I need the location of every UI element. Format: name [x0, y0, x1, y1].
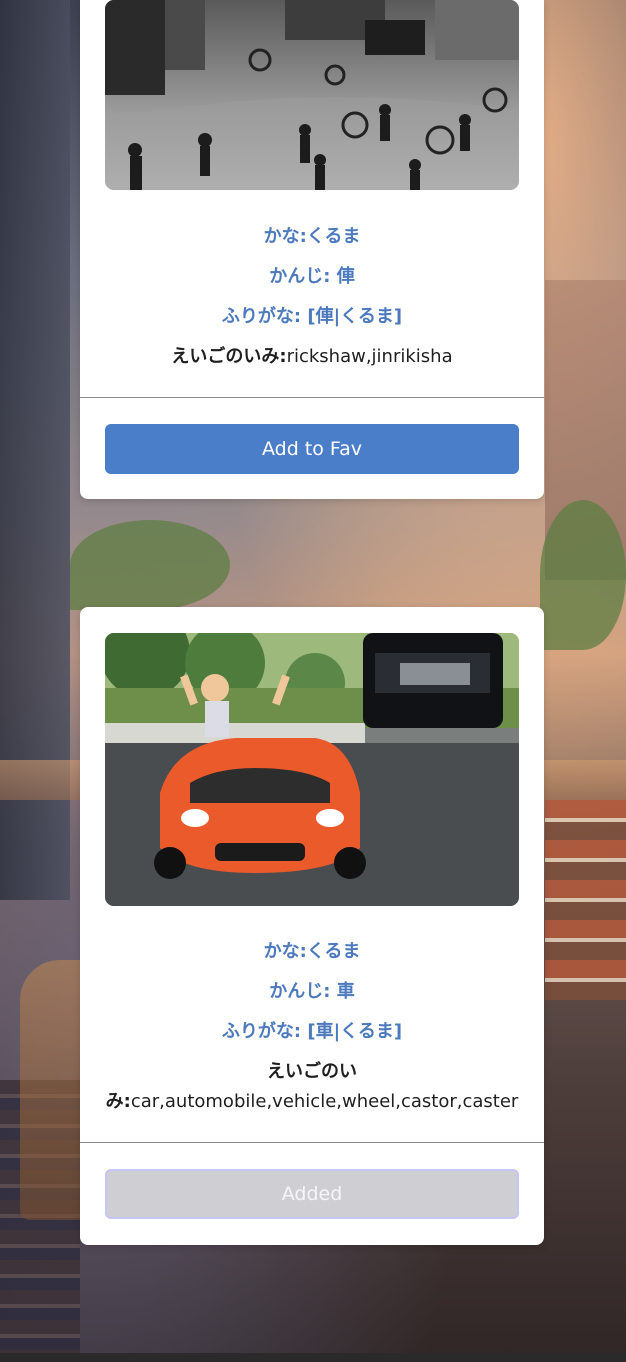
furigana-text: ふりがな: [車|くるま]: [221, 1021, 403, 1042]
kana-text: かな:くるま: [263, 941, 361, 962]
divider: [80, 1142, 544, 1143]
meaning-value: car,automobile,vehicle,wheel,castor,cast…: [130, 1091, 519, 1112]
book-stack: [545, 800, 626, 1000]
vocab-card: かな:くるま かんじ: 俥 ふりがな: [俥|くるま] えいごのいみ:ricks…: [80, 0, 544, 499]
kanji-text: かんじ: 俥: [269, 266, 355, 287]
furigana-text: ふりがな: [俥|くるま]: [221, 306, 403, 327]
divider: [80, 397, 544, 398]
toy-car-photo: [105, 633, 519, 906]
kanji-text: かんじ: 車: [269, 981, 355, 1002]
added-button[interactable]: Added: [105, 1169, 519, 1219]
rickshaw-photo: [105, 0, 519, 190]
english-meaning: えいごのいみ:car,automobile,vehicle,wheel,cast…: [100, 1057, 524, 1117]
bottom-bar: [0, 1353, 626, 1362]
english-meaning: えいごのいみ:rickshaw,jinrikisha: [100, 342, 524, 372]
kana-text: かな:くるま: [263, 226, 361, 247]
vocab-card: かな:くるま かんじ: 車 ふりがな: [車|くるま] えいごのいみ:car,a…: [80, 607, 544, 1245]
plant-right: [540, 500, 626, 650]
add-to-fav-button[interactable]: Add to Fav: [105, 424, 519, 474]
meaning-label: えいごのいみ:: [171, 346, 287, 367]
plant-left: [70, 520, 230, 610]
meaning-value: rickshaw,jinrikisha: [286, 346, 453, 367]
